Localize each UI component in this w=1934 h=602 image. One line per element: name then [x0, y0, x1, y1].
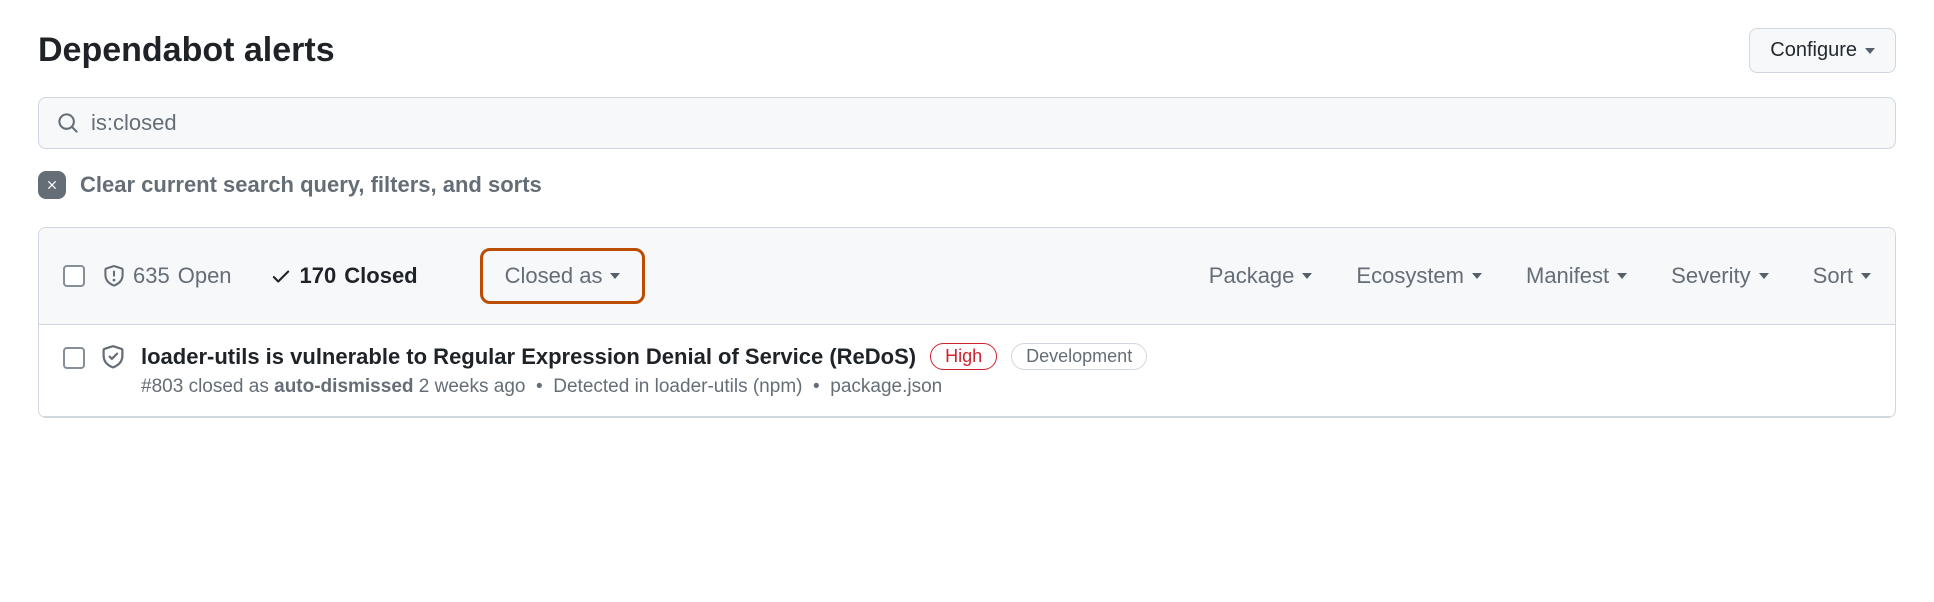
- page-title: Dependabot alerts: [38, 31, 335, 70]
- caret-down-icon: [1865, 48, 1875, 54]
- filter-ecosystem[interactable]: Ecosystem: [1356, 263, 1482, 289]
- alert-time: 2 weeks ago: [419, 376, 526, 397]
- filter-manifest[interactable]: Manifest: [1526, 263, 1627, 289]
- shield-check-icon: [101, 345, 125, 369]
- row-checkbox[interactable]: [63, 347, 85, 369]
- caret-down-icon: [610, 273, 620, 279]
- filter-severity-label: Severity: [1671, 263, 1750, 289]
- alert-detected: Detected in loader-utils (npm): [553, 376, 802, 397]
- alert-status-prefix: closed as: [189, 376, 269, 397]
- scope-badge: Development: [1011, 343, 1147, 370]
- filters-group: Package Ecosystem Manifest Severity Sort: [1209, 263, 1871, 289]
- caret-down-icon: [1759, 273, 1769, 279]
- filter-sort-label: Sort: [1813, 263, 1853, 289]
- search-icon: [57, 112, 79, 134]
- filter-package[interactable]: Package: [1209, 263, 1313, 289]
- alert-manifest: package.json: [830, 376, 942, 397]
- filter-manifest-label: Manifest: [1526, 263, 1609, 289]
- clear-filters-label: Clear current search query, filters, and…: [80, 172, 542, 198]
- alerts-list: 635 Open 170 Closed Closed as Package Ec…: [38, 227, 1896, 418]
- alert-meta: #803 closed as auto-dismissed 2 weeks ag…: [141, 376, 1871, 398]
- filter-package-label: Package: [1209, 263, 1295, 289]
- alert-id: #803: [141, 376, 183, 397]
- clear-filters-link[interactable]: Clear current search query, filters, and…: [38, 171, 542, 199]
- select-all-checkbox[interactable]: [63, 265, 85, 287]
- alert-status-value: auto-dismissed: [274, 376, 413, 397]
- filter-ecosystem-label: Ecosystem: [1356, 263, 1464, 289]
- configure-label: Configure: [1770, 39, 1857, 62]
- configure-button[interactable]: Configure: [1749, 28, 1896, 73]
- filter-closed-as[interactable]: Closed as: [505, 263, 621, 289]
- filter-sort[interactable]: Sort: [1813, 263, 1871, 289]
- filter-closed-as-label: Closed as: [505, 263, 603, 289]
- caret-down-icon: [1861, 273, 1871, 279]
- search-bar[interactable]: [38, 97, 1896, 149]
- check-icon: [270, 265, 292, 287]
- closed-label: Closed: [344, 263, 417, 289]
- open-label: Open: [178, 263, 232, 289]
- caret-down-icon: [1617, 273, 1627, 279]
- tab-closed[interactable]: 170 Closed: [270, 263, 418, 289]
- caret-down-icon: [1472, 273, 1482, 279]
- tab-open[interactable]: 635 Open: [103, 263, 232, 289]
- caret-down-icon: [1302, 273, 1312, 279]
- severity-badge: High: [930, 343, 997, 370]
- alert-row[interactable]: loader-utils is vulnerable to Regular Ex…: [39, 325, 1895, 417]
- list-header: 635 Open 170 Closed Closed as Package Ec…: [39, 228, 1895, 325]
- open-count: 635: [133, 263, 170, 289]
- row-content: loader-utils is vulnerable to Regular Ex…: [141, 343, 1871, 398]
- closed-count: 170: [300, 263, 337, 289]
- closed-as-filter-highlight: Closed as: [480, 248, 646, 304]
- search-input[interactable]: [91, 110, 1877, 136]
- shield-alert-icon: [103, 265, 125, 287]
- alert-title-link[interactable]: loader-utils is vulnerable to Regular Ex…: [141, 344, 916, 370]
- filter-severity[interactable]: Severity: [1671, 263, 1768, 289]
- close-icon: [38, 171, 66, 199]
